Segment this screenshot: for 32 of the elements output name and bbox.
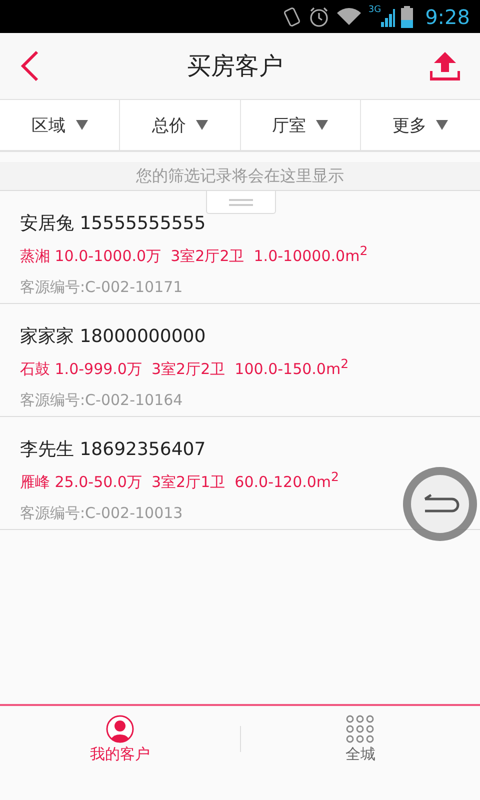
back-icon[interactable] <box>20 50 40 82</box>
vibrate-icon <box>282 6 302 28</box>
clock-time: 9:28 <box>425 4 470 28</box>
person-icon <box>106 714 134 742</box>
dropdown-arrow-icon <box>196 120 208 130</box>
upload-icon[interactable] <box>430 51 460 81</box>
drag-handle[interactable] <box>206 191 276 214</box>
customer-requirements: 蒸湘 10.0-1000.0万 3室2厅2卫 1.0-10000.0m$^{2}$ <box>20 243 368 266</box>
customer-requirements: 雁峰 25.0-50.0万 3室2厅1卫 60.0-120.0m$^{2}$ <box>20 469 339 492</box>
page-title: 买房客户 <box>187 51 283 82</box>
customer-item[interactable]: 安居兔 15555555555 蒸湘 10.0-1000.0万 3室2厅2卫 1.0-10000.0m$^{2}$ 客源编号:C-002-10171 <box>0 191 480 304</box>
network-label: 3G <box>368 5 382 15</box>
battery-icon <box>401 6 414 28</box>
filter-hint: 您的筛选记录将会在这里显示 <box>0 162 480 191</box>
alarm-icon <box>308 6 330 28</box>
wifi-icon <box>336 6 362 26</box>
customer-name: 安居兔 15555555555 <box>20 212 206 235</box>
source-id: 客源编号:C-002-10164 <box>20 391 183 410</box>
return-button[interactable] <box>400 464 480 544</box>
source-id: 客源编号:C-002-10013 <box>20 504 183 523</box>
nav-tab[interactable]: 全城 <box>240 714 480 764</box>
customer-name: 家家家 18000000000 <box>20 325 206 348</box>
dropdown-arrow-icon <box>76 120 88 130</box>
source-id: 客源编号:C-002-10171 <box>20 278 183 297</box>
dropdown-arrow-icon <box>316 120 328 130</box>
customer-requirements: 石鼓 1.0-999.0万 3室2厅2卫 100.0-150.0m$^{2}$ <box>20 356 349 379</box>
nav-tab[interactable]: 我的客户 <box>0 714 240 764</box>
customer-name: 李先生 18692356407 <box>20 438 206 461</box>
dot-grid-icon <box>346 714 374 742</box>
customer-item[interactable]: 家家家 18000000000 石鼓 1.0-999.0万 3室2厅2卫 100.0-150.0m$^{2}$ 客源编号:C-002-10164 <box>0 304 480 417</box>
dropdown-arrow-icon <box>436 120 448 130</box>
signal-icon <box>381 6 396 26</box>
